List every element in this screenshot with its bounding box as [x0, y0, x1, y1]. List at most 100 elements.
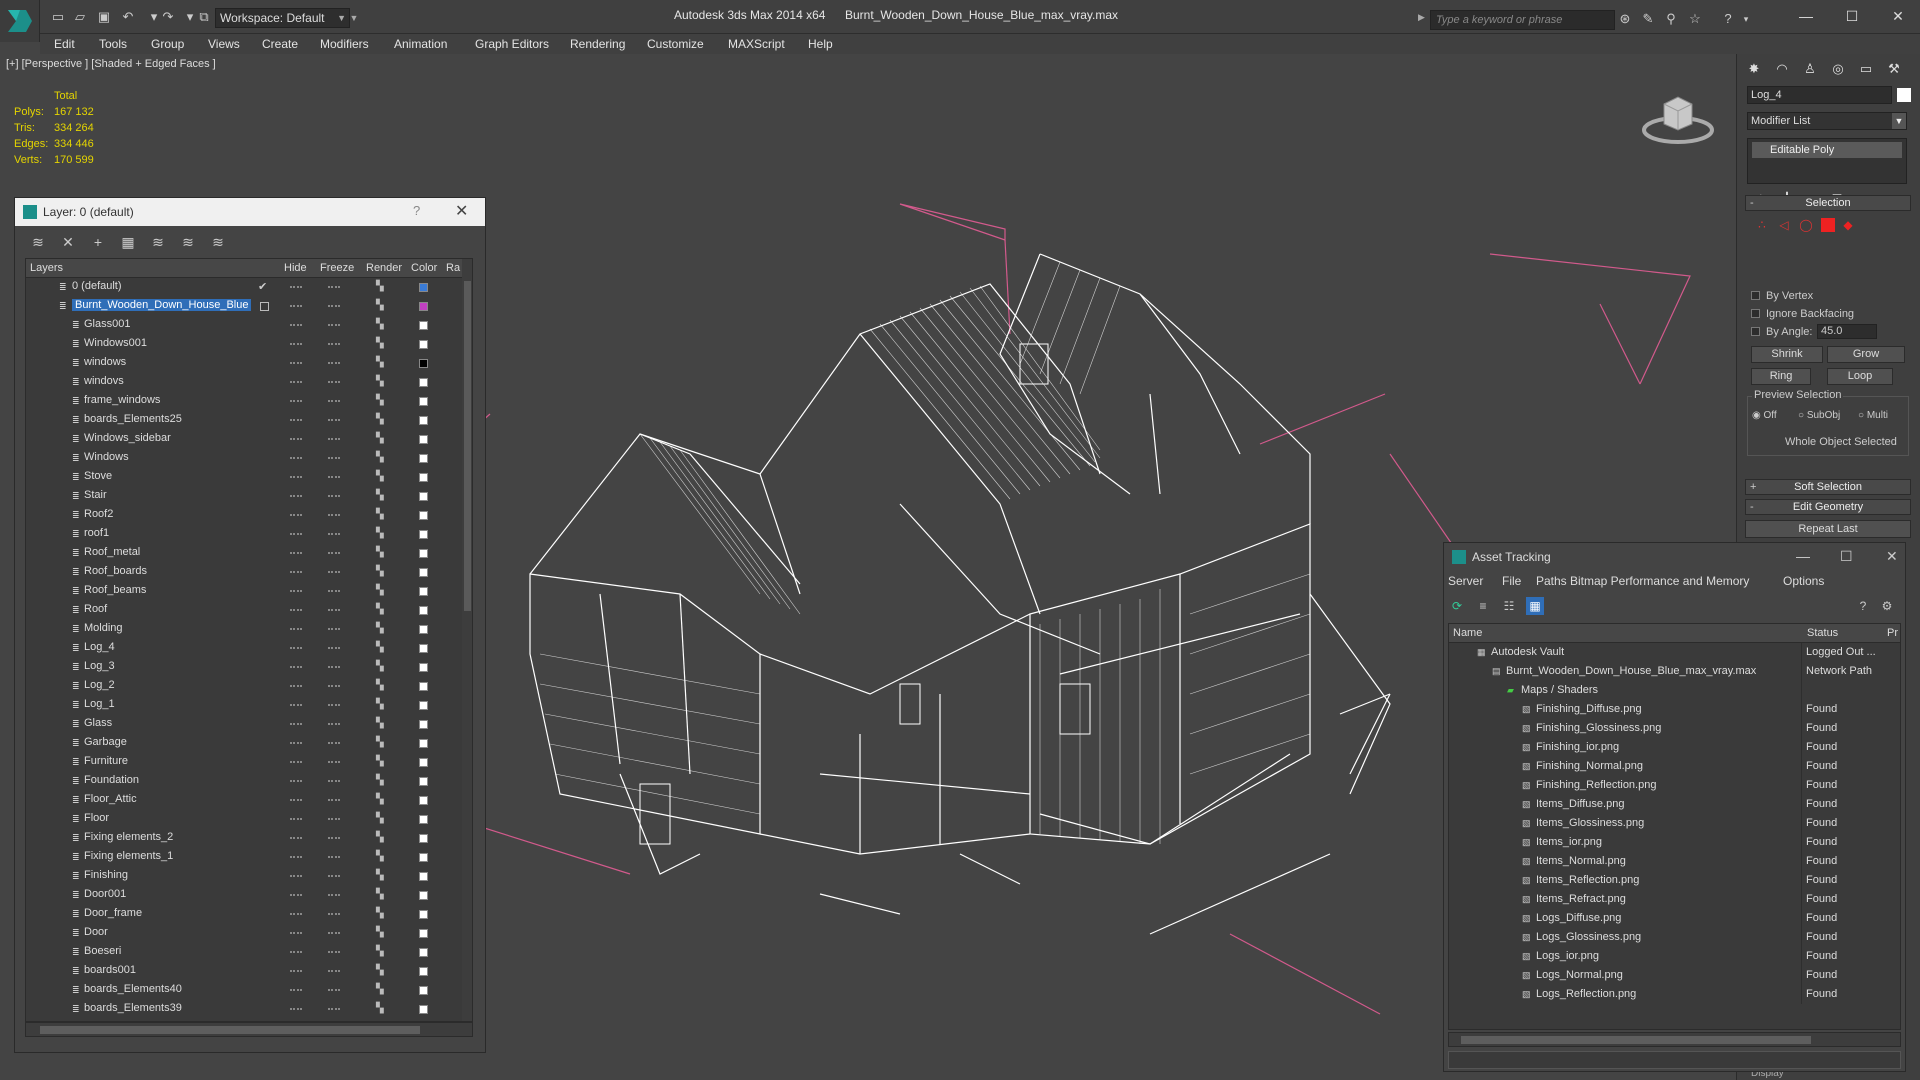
layer-row[interactable]: ≣ windows ▚ [26, 354, 462, 373]
help-icon[interactable]: ? [1720, 11, 1736, 27]
ring-button[interactable]: Ring [1751, 368, 1811, 385]
render-toggle-icon[interactable]: ▚ [376, 870, 384, 881]
freeze-toggle[interactable] [328, 647, 340, 649]
layer-row[interactable]: ≣ Glass001 ▚ [26, 316, 462, 335]
menu-tools[interactable]: Tools [99, 35, 127, 53]
render-toggle-icon[interactable]: ▚ [376, 737, 384, 748]
render-toggle-icon[interactable]: ▚ [376, 756, 384, 767]
freeze-toggle[interactable] [328, 780, 340, 782]
render-toggle-icon[interactable]: ▚ [376, 699, 384, 710]
asset-menu-file[interactable]: File [1502, 574, 1521, 588]
hide-toggle[interactable] [290, 400, 302, 402]
layer-color-swatch[interactable] [419, 644, 428, 653]
render-toggle-icon[interactable]: ▚ [376, 604, 384, 615]
hide-toggle[interactable] [290, 742, 302, 744]
col-name[interactable]: Name [1453, 627, 1482, 639]
preview-multi-radio[interactable]: ○ Multi [1858, 410, 1888, 421]
render-toggle-icon[interactable]: ▚ [376, 623, 384, 634]
minimize-button[interactable]: — [1786, 4, 1826, 28]
render-toggle-icon[interactable]: ▚ [376, 547, 384, 558]
hide-toggle[interactable] [290, 381, 302, 383]
soft-selection-rollout[interactable]: + Soft Selection [1745, 479, 1911, 495]
layer-panel-titlebar[interactable]: Layer: 0 (default) ? ✕ [15, 198, 485, 226]
hide-toggle[interactable] [290, 913, 302, 915]
loop-button[interactable]: Loop [1827, 368, 1893, 385]
layer-color-swatch[interactable] [419, 587, 428, 596]
render-toggle-icon[interactable]: ▚ [376, 813, 384, 824]
hide-toggle[interactable] [290, 305, 302, 307]
freeze-toggle[interactable] [328, 609, 340, 611]
layer-color-swatch[interactable] [419, 530, 428, 539]
render-toggle-icon[interactable]: ▚ [376, 490, 384, 501]
layer-name[interactable]: Roof [84, 603, 107, 615]
hide-toggle[interactable] [290, 856, 302, 858]
render-toggle-icon[interactable]: ▚ [376, 528, 384, 539]
layer-name[interactable]: Fixing elements_1 [84, 850, 173, 862]
freeze-toggle[interactable] [328, 799, 340, 801]
help-dropdown-icon[interactable]: ▾ [1738, 11, 1754, 27]
render-toggle-icon[interactable]: ▚ [376, 566, 384, 577]
render-toggle-icon[interactable]: ▚ [376, 1003, 384, 1014]
hide-toggle[interactable] [290, 818, 302, 820]
layer-row[interactable]: ≣ Stair ▚ [26, 487, 462, 506]
layer-color-swatch[interactable] [419, 378, 428, 387]
freeze-toggle[interactable] [328, 704, 340, 706]
freeze-toggle[interactable] [328, 742, 340, 744]
freeze-toggle[interactable] [328, 837, 340, 839]
app-menu-button[interactable] [0, 0, 40, 42]
add-layer-icon[interactable]: + [87, 232, 109, 252]
hide-toggle[interactable] [290, 685, 302, 687]
layer-color-swatch[interactable] [419, 891, 428, 900]
hide-toggle[interactable] [290, 552, 302, 554]
col-proxy[interactable]: Pr [1887, 627, 1898, 639]
hide-toggle[interactable] [290, 571, 302, 573]
layer-color-swatch[interactable] [419, 777, 428, 786]
select-objects-icon[interactable]: ▦ [117, 232, 139, 252]
layer-row[interactable]: ≣ Fixing elements_2 ▚ [26, 829, 462, 848]
hide-toggle[interactable] [290, 837, 302, 839]
freeze-toggle[interactable] [328, 723, 340, 725]
layer-color-swatch[interactable] [419, 967, 428, 976]
layer-color-swatch[interactable] [419, 682, 428, 691]
render-toggle-icon[interactable]: ▚ [376, 376, 384, 387]
freeze-toggle[interactable] [328, 913, 340, 915]
edge-mode-icon[interactable]: ◁ [1777, 218, 1791, 232]
layer-name[interactable]: Boeseri [84, 945, 121, 957]
asset-row[interactable]: ▧ Finishing_Normal.png Found [1449, 757, 1900, 776]
layer-name[interactable]: Foundation [84, 774, 139, 786]
freeze-toggle[interactable] [328, 875, 340, 877]
layer-row[interactable]: ≣ Log_4 ▚ [26, 639, 462, 658]
layer-color-swatch[interactable] [419, 473, 428, 482]
render-toggle-icon[interactable]: ▚ [376, 319, 384, 330]
layer-row[interactable]: ≣ Finishing ▚ [26, 867, 462, 886]
set-active-layer-icon[interactable] [260, 302, 269, 311]
edit-geometry-rollout[interactable]: - Edit Geometry [1745, 499, 1911, 515]
layer-row[interactable]: ≣ roof1 ▚ [26, 525, 462, 544]
layer-name[interactable]: Roof_boards [84, 565, 147, 577]
table-view-icon[interactable]: ▦ [1526, 597, 1544, 615]
asset-row[interactable]: ▧ Finishing_Diffuse.png Found [1449, 700, 1900, 719]
scroll-thumb[interactable] [40, 1026, 420, 1034]
layer-name[interactable]: Floor [84, 812, 109, 824]
layer-name[interactable]: Windows_sidebar [84, 432, 171, 444]
layer-name[interactable]: Door001 [84, 888, 126, 900]
object-color-swatch[interactable] [1897, 88, 1911, 102]
menu-modifiers[interactable]: Modifiers [320, 35, 369, 53]
hide-toggle[interactable] [290, 704, 302, 706]
layer-row[interactable]: ≣ boards_Elements25 ▚ [26, 411, 462, 430]
layer-name[interactable]: Furniture [84, 755, 128, 767]
scroll-thumb[interactable] [1461, 1036, 1811, 1044]
layer-name[interactable]: frame_windows [84, 394, 160, 406]
freeze-toggle[interactable] [328, 989, 340, 991]
freeze-toggle[interactable] [328, 818, 340, 820]
grow-button[interactable]: Grow [1827, 346, 1905, 363]
workspace-menu-arrow[interactable]: ▼ [348, 8, 360, 28]
asset-tracking-titlebar[interactable]: Asset Tracking — ☐ ✕ [1444, 543, 1905, 571]
layer-row[interactable]: ≣ Stove ▚ [26, 468, 462, 487]
asset-menu-paths[interactable]: Paths [1536, 574, 1567, 588]
layer-name[interactable]: windovs [84, 375, 124, 387]
asset-menu-server[interactable]: Server [1448, 574, 1483, 588]
layer-row[interactable]: ≣ Garbage ▚ [26, 734, 462, 753]
layer-color-swatch[interactable] [419, 283, 428, 292]
layer-row[interactable]: ≣ Log_2 ▚ [26, 677, 462, 696]
